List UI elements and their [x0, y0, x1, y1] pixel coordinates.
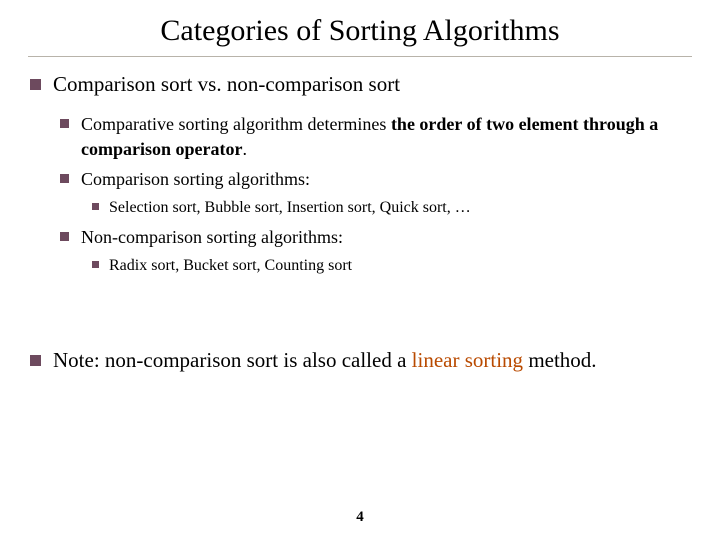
bullet-1a: Comparative sorting algorithm determines…	[60, 112, 690, 161]
slide: Categories of Sorting Algorithms Compari…	[0, 0, 720, 540]
bullet-1a-text: Comparative sorting algorithm determines…	[81, 112, 690, 161]
bullet-icon	[92, 203, 99, 210]
bullet-1a-pre: Comparative sorting algorithm determines	[81, 114, 391, 134]
bullet-1c-text: Non-comparison sorting algorithms:	[81, 225, 690, 249]
note-post: method.	[523, 348, 597, 372]
bullet-1b: Comparison sorting algorithms:	[60, 167, 690, 191]
bullet-1c1: Radix sort, Bucket sort, Counting sort	[92, 255, 690, 277]
bullet-1: Comparison sort vs. non-comparison sort	[30, 71, 690, 98]
bullet-icon	[92, 261, 99, 268]
page-number: 4	[0, 509, 720, 526]
bullet-note: Note: non-comparison sort is also called…	[30, 347, 690, 374]
bullet-icon	[30, 79, 41, 90]
bullet-icon	[60, 119, 69, 128]
title-rule	[28, 56, 692, 57]
note-accent: linear sorting	[412, 348, 523, 372]
bullet-1c1-text: Radix sort, Bucket sort, Counting sort	[109, 255, 690, 277]
slide-title: Categories of Sorting Algorithms	[0, 0, 720, 56]
bullet-icon	[30, 355, 41, 366]
bullet-icon	[60, 174, 69, 183]
slide-content: Comparison sort vs. non-comparison sort …	[0, 65, 720, 374]
bullet-1b-text: Comparison sorting algorithms:	[81, 167, 690, 191]
bullet-1b1: Selection sort, Bubble sort, Insertion s…	[92, 197, 690, 219]
bullet-1a-post: .	[242, 139, 247, 159]
bullet-1-text: Comparison sort vs. non-comparison sort	[53, 71, 690, 98]
note-pre: Note: non-comparison sort is also called…	[53, 348, 412, 372]
bullet-icon	[60, 232, 69, 241]
bullet-1c: Non-comparison sorting algorithms:	[60, 225, 690, 249]
bullet-1b1-text: Selection sort, Bubble sort, Insertion s…	[109, 197, 690, 219]
bullet-note-text: Note: non-comparison sort is also called…	[53, 347, 690, 374]
